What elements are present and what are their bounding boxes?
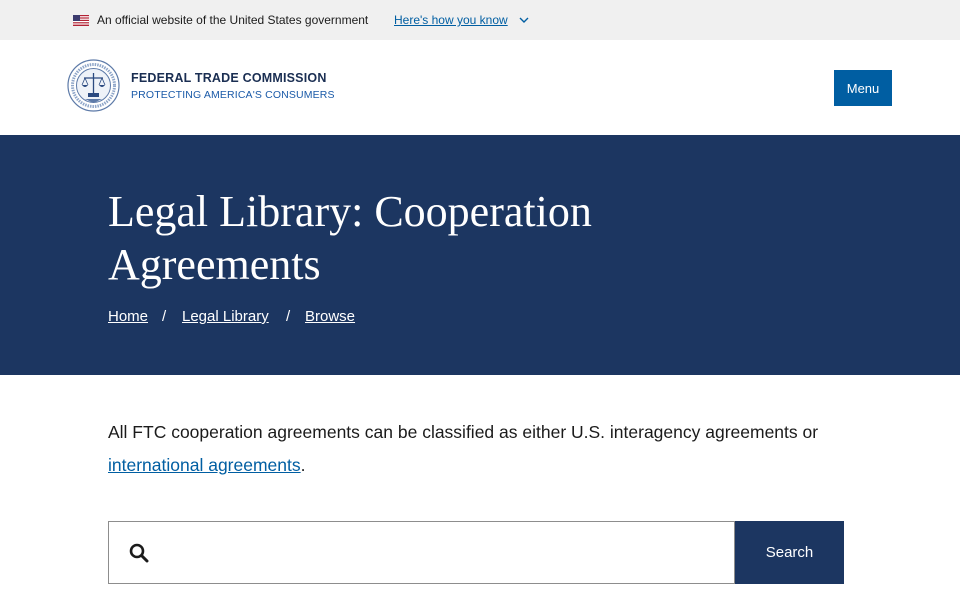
search-input[interactable] xyxy=(159,523,729,582)
breadcrumb-separator: / xyxy=(286,308,291,325)
search-box xyxy=(108,521,735,584)
breadcrumb-legal-library[interactable]: Legal Library xyxy=(182,308,269,325)
intro-paragraph: All FTC cooperation agreements can be cl… xyxy=(108,416,838,482)
org-tagline[interactable]: PROTECTING AMERICA'S CONSUMERS xyxy=(131,89,335,101)
hero-banner: Legal Library: Cooperation Agreements Ho… xyxy=(0,135,960,375)
how-you-know-link[interactable]: Here's how you know xyxy=(394,13,508,27)
intro-text: All FTC cooperation agreements can be cl… xyxy=(108,422,819,442)
breadcrumb-home[interactable]: Home xyxy=(108,308,148,325)
search-icon xyxy=(129,543,149,563)
menu-button[interactable]: Menu xyxy=(834,70,892,106)
gov-banner-text: An official website of the United States… xyxy=(97,13,369,27)
breadcrumb-separator: / xyxy=(162,308,167,325)
org-name[interactable]: FEDERAL TRADE COMMISSION xyxy=(131,71,327,85)
site-header: FEDERAL TRADE COMMISSION PROTECTING AMER… xyxy=(0,40,960,135)
chevron-down-icon[interactable] xyxy=(518,15,530,25)
ftc-seal-logo[interactable] xyxy=(67,59,120,112)
international-agreements-link[interactable]: international agreements xyxy=(108,455,301,475)
breadcrumb-browse[interactable]: Browse xyxy=(305,308,355,325)
gov-banner: An official website of the United States… xyxy=(0,0,960,40)
search-button[interactable]: Search xyxy=(735,521,844,584)
intro-period: . xyxy=(300,455,306,475)
us-flag-icon xyxy=(73,15,89,26)
page-title: Legal Library: Cooperation Agreements xyxy=(108,187,592,289)
